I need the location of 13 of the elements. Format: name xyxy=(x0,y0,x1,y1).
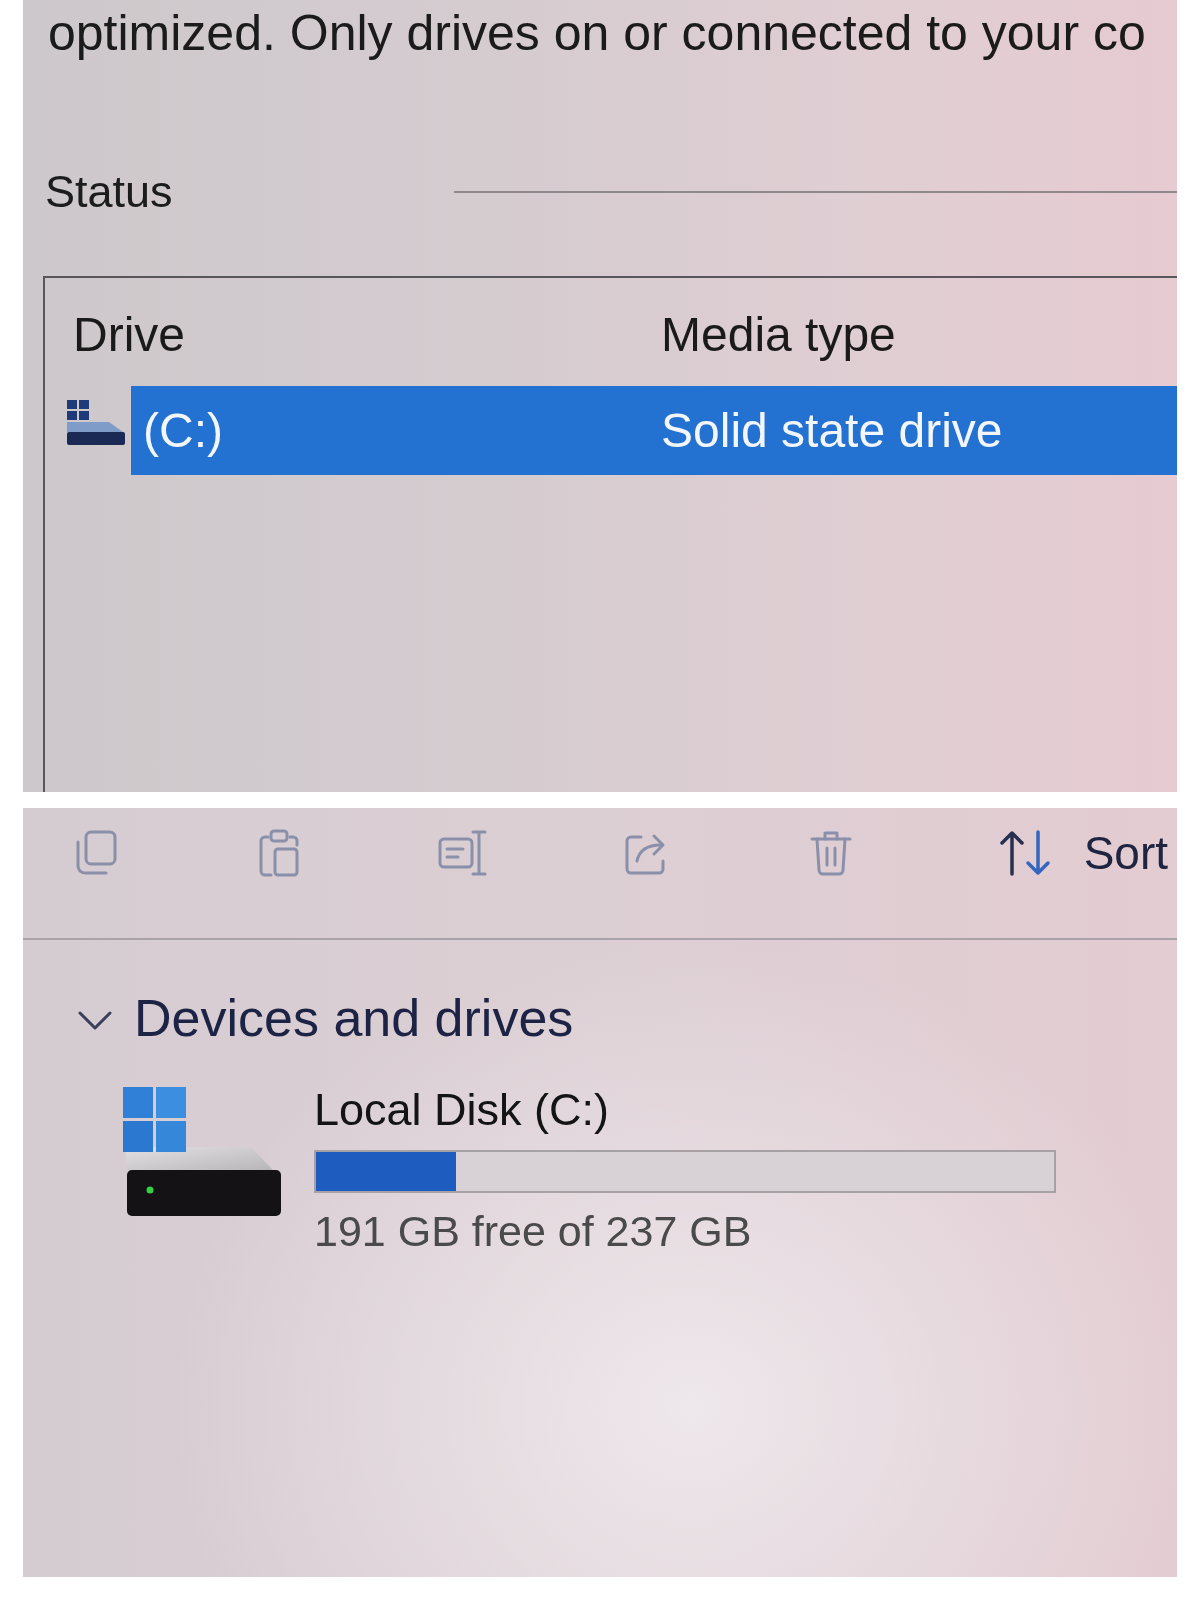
column-header[interactable]: Drive xyxy=(73,307,661,363)
table-cell-text: (C:) xyxy=(142,402,224,459)
drive-icon xyxy=(123,1087,283,1217)
chevron-icon[interactable] xyxy=(77,1010,113,1032)
drive-row[interactable]: (C:) Solid state drive xyxy=(131,386,1177,475)
sort-button[interactable]: Sort xyxy=(996,820,1177,886)
section-title: Devices and drives xyxy=(134,988,574,1049)
table-cell: Solid state drive xyxy=(661,402,1003,459)
description-text: optimized. Only drives on or connected to your co xyxy=(47,5,1147,61)
drive-name: Local Disk (C:) xyxy=(314,1084,610,1136)
group-label: Status xyxy=(45,166,173,218)
storage-text: 191 GB free of 237 GB xyxy=(314,1206,752,1256)
column-header[interactable]: Media type xyxy=(661,307,896,363)
